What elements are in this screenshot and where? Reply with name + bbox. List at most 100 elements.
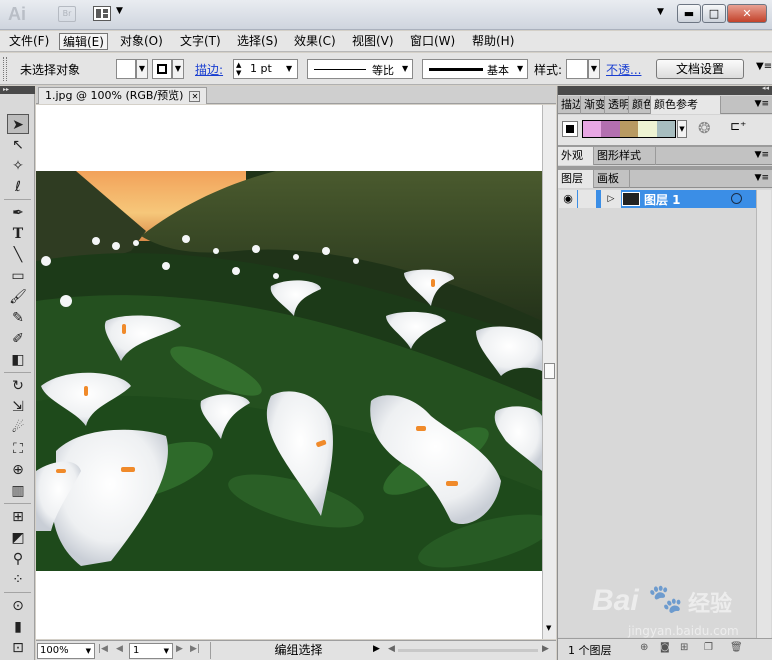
brush-definition-dropdown[interactable]: 基本 ▼ xyxy=(422,59,528,79)
rectangle-tool-icon[interactable]: ▭ xyxy=(7,266,29,286)
horizontal-scrollbar[interactable] xyxy=(398,649,538,652)
panel-collapse-grip[interactable]: ◂◂ xyxy=(558,84,772,95)
chevron-down-icon[interactable]: ▼ xyxy=(116,6,123,16)
status-menu-arrow-icon[interactable]: ▶ xyxy=(373,644,380,654)
mesh-tool-icon[interactable]: ⊞ xyxy=(7,507,29,527)
scale-tool-icon[interactable]: ⇲ xyxy=(7,397,29,417)
visibility-eye-icon[interactable]: ◉ xyxy=(559,190,577,208)
control-bar-menu-icon[interactable]: ▼≡ xyxy=(756,61,772,72)
stroke-weight-field[interactable]: ▲ ▼ 1 pt ▼ xyxy=(233,59,298,79)
eraser-tool-icon[interactable]: ◧ xyxy=(7,350,29,370)
tab-graphic-styles[interactable]: 图形样式 xyxy=(594,147,656,165)
scroll-down-arrow-icon[interactable]: ▼ xyxy=(546,624,551,632)
save-color-group-icon[interactable]: ⊏⁺ xyxy=(730,119,746,133)
graph-tool-icon[interactable]: ▥ xyxy=(7,481,29,501)
panel-menu-icon[interactable]: ▼≡ xyxy=(755,173,769,183)
harmony-swatches[interactable] xyxy=(582,120,676,138)
zoom-level-dropdown[interactable]: 100% ▼ xyxy=(37,643,95,659)
fill-swatch[interactable] xyxy=(116,59,136,79)
artboard-tool-icon[interactable]: ⊡ xyxy=(7,638,29,658)
direct-selection-tool-icon[interactable]: ↖ xyxy=(7,135,29,155)
stroke-dropdown-chevron-icon[interactable]: ▼ xyxy=(172,59,184,79)
previous-artboard-icon[interactable]: ◀ xyxy=(116,644,123,654)
shape-builder-tool-icon[interactable]: ⊕ xyxy=(7,460,29,480)
close-button[interactable]: ✕ xyxy=(727,4,767,23)
layer-name[interactable]: 图层 1 xyxy=(644,191,681,208)
opacity-link[interactable]: 不透... xyxy=(606,61,641,78)
workspace-switcher-chevron-icon[interactable]: ▼ xyxy=(657,7,664,17)
arrange-documents-icon[interactable] xyxy=(93,6,111,21)
bridge-button[interactable]: Br xyxy=(58,6,76,22)
menu-window[interactable]: 窗口(W) xyxy=(407,33,458,50)
warp-tool-icon[interactable]: ☄ xyxy=(7,418,29,438)
fill-dropdown-chevron-icon[interactable]: ▼ xyxy=(136,59,148,79)
tab-gradient[interactable]: 渐变 xyxy=(581,96,605,114)
type-tool-icon[interactable]: T xyxy=(7,224,29,244)
gradient-tool-icon[interactable]: ◩ xyxy=(7,528,29,548)
last-artboard-icon[interactable]: ▶| xyxy=(190,644,200,654)
base-color-swatch[interactable] xyxy=(562,121,578,137)
layers-scrollbar[interactable] xyxy=(756,190,771,638)
scroll-left-arrow-icon[interactable]: ◀ xyxy=(388,644,395,654)
color-guide-swatch[interactable] xyxy=(601,121,620,137)
vertical-scrollbar[interactable]: ▼ xyxy=(542,105,556,639)
stepper-icon[interactable]: ▲ ▼ xyxy=(236,61,241,77)
lasso-tool-icon[interactable]: ℓ xyxy=(7,177,29,197)
menu-edit[interactable]: 编辑(E) xyxy=(59,33,108,50)
tab-layers[interactable]: 图层 xyxy=(558,170,594,188)
symbol-sprayer-tool-icon[interactable]: ⊙ xyxy=(7,596,29,616)
free-transform-tool-icon[interactable]: ⛶ xyxy=(7,439,29,459)
artboard-number-field[interactable]: 1 ▼ xyxy=(129,643,173,659)
chevron-down-icon[interactable]: ▼ xyxy=(286,64,292,73)
edit-colors-icon[interactable]: ❂ xyxy=(698,119,711,137)
placed-photo-calla-lilies[interactable] xyxy=(36,171,542,571)
scrollbar-thumb[interactable] xyxy=(544,363,555,379)
tab-color[interactable]: 颜色 xyxy=(629,96,651,114)
layer-row[interactable]: ◉ ▷ 图层 1 xyxy=(559,190,771,208)
menu-effect[interactable]: 效果(C) xyxy=(291,33,339,50)
next-artboard-icon[interactable]: ▶ xyxy=(176,644,183,654)
color-guide-swatch[interactable] xyxy=(583,121,602,137)
first-artboard-icon[interactable]: |◀ xyxy=(98,644,108,654)
scroll-right-arrow-icon[interactable]: ▶ xyxy=(542,644,549,654)
menu-file[interactable]: 文件(F) xyxy=(6,33,52,50)
column-graph-tool-icon[interactable]: ▮ xyxy=(7,617,29,637)
close-icon[interactable]: ✕ xyxy=(189,91,201,102)
artboard-canvas[interactable] xyxy=(36,105,542,639)
paintbrush-tool-icon[interactable]: 🖌 xyxy=(7,287,29,307)
tab-color-guide[interactable]: 颜色参考 xyxy=(651,96,721,114)
menu-select[interactable]: 选择(S) xyxy=(234,33,281,50)
panel-menu-icon[interactable]: ▼≡ xyxy=(755,99,769,109)
magic-wand-tool-icon[interactable]: ✧ xyxy=(7,156,29,176)
eyedropper-tool-icon[interactable]: ⚲ xyxy=(7,549,29,569)
maximize-button[interactable]: □ xyxy=(702,4,726,23)
minimize-button[interactable]: ▬ xyxy=(677,4,701,23)
color-guide-swatch[interactable] xyxy=(656,121,675,137)
stroke-swatch[interactable] xyxy=(152,59,172,79)
harmony-rules-chevron-icon[interactable]: ▼ xyxy=(677,120,687,138)
lock-toggle[interactable] xyxy=(578,190,596,208)
document-setup-button[interactable]: 文档设置 xyxy=(656,59,744,79)
blend-tool-icon[interactable]: ⁘ xyxy=(7,570,29,590)
toolbar-collapse-grip[interactable]: ▸▸ xyxy=(0,86,35,94)
expand-triangle-icon[interactable]: ▷ xyxy=(601,190,621,208)
stroke-panel-link[interactable]: 描边: xyxy=(195,61,223,78)
pen-tool-icon[interactable]: ✒ xyxy=(7,203,29,223)
menu-view[interactable]: 视图(V) xyxy=(349,33,397,50)
chevron-down-icon[interactable]: ▼ xyxy=(517,64,523,73)
pencil-tool-icon[interactable]: ✎ xyxy=(7,308,29,328)
color-guide-swatch[interactable] xyxy=(638,121,657,137)
chevron-down-icon[interactable]: ▼ xyxy=(402,64,408,73)
line-segment-tool-icon[interactable]: ╲ xyxy=(7,245,29,265)
blob-brush-tool-icon[interactable]: ✐ xyxy=(7,329,29,349)
menu-type[interactable]: 文字(T) xyxy=(177,33,224,50)
color-guide-swatch[interactable] xyxy=(619,121,639,137)
target-circle-icon[interactable] xyxy=(731,193,742,204)
tab-appearance[interactable]: 外观 xyxy=(558,147,594,165)
tab-artboards[interactable]: 画板 xyxy=(594,170,630,188)
graphic-style-swatch[interactable] xyxy=(566,59,588,79)
tab-transparency[interactable]: 透明 xyxy=(605,96,629,114)
panel-menu-icon[interactable]: ▼≡ xyxy=(755,150,769,160)
document-tab[interactable]: 1.jpg @ 100% (RGB/预览) ✕ xyxy=(38,87,208,104)
control-bar-grip[interactable] xyxy=(3,57,7,81)
